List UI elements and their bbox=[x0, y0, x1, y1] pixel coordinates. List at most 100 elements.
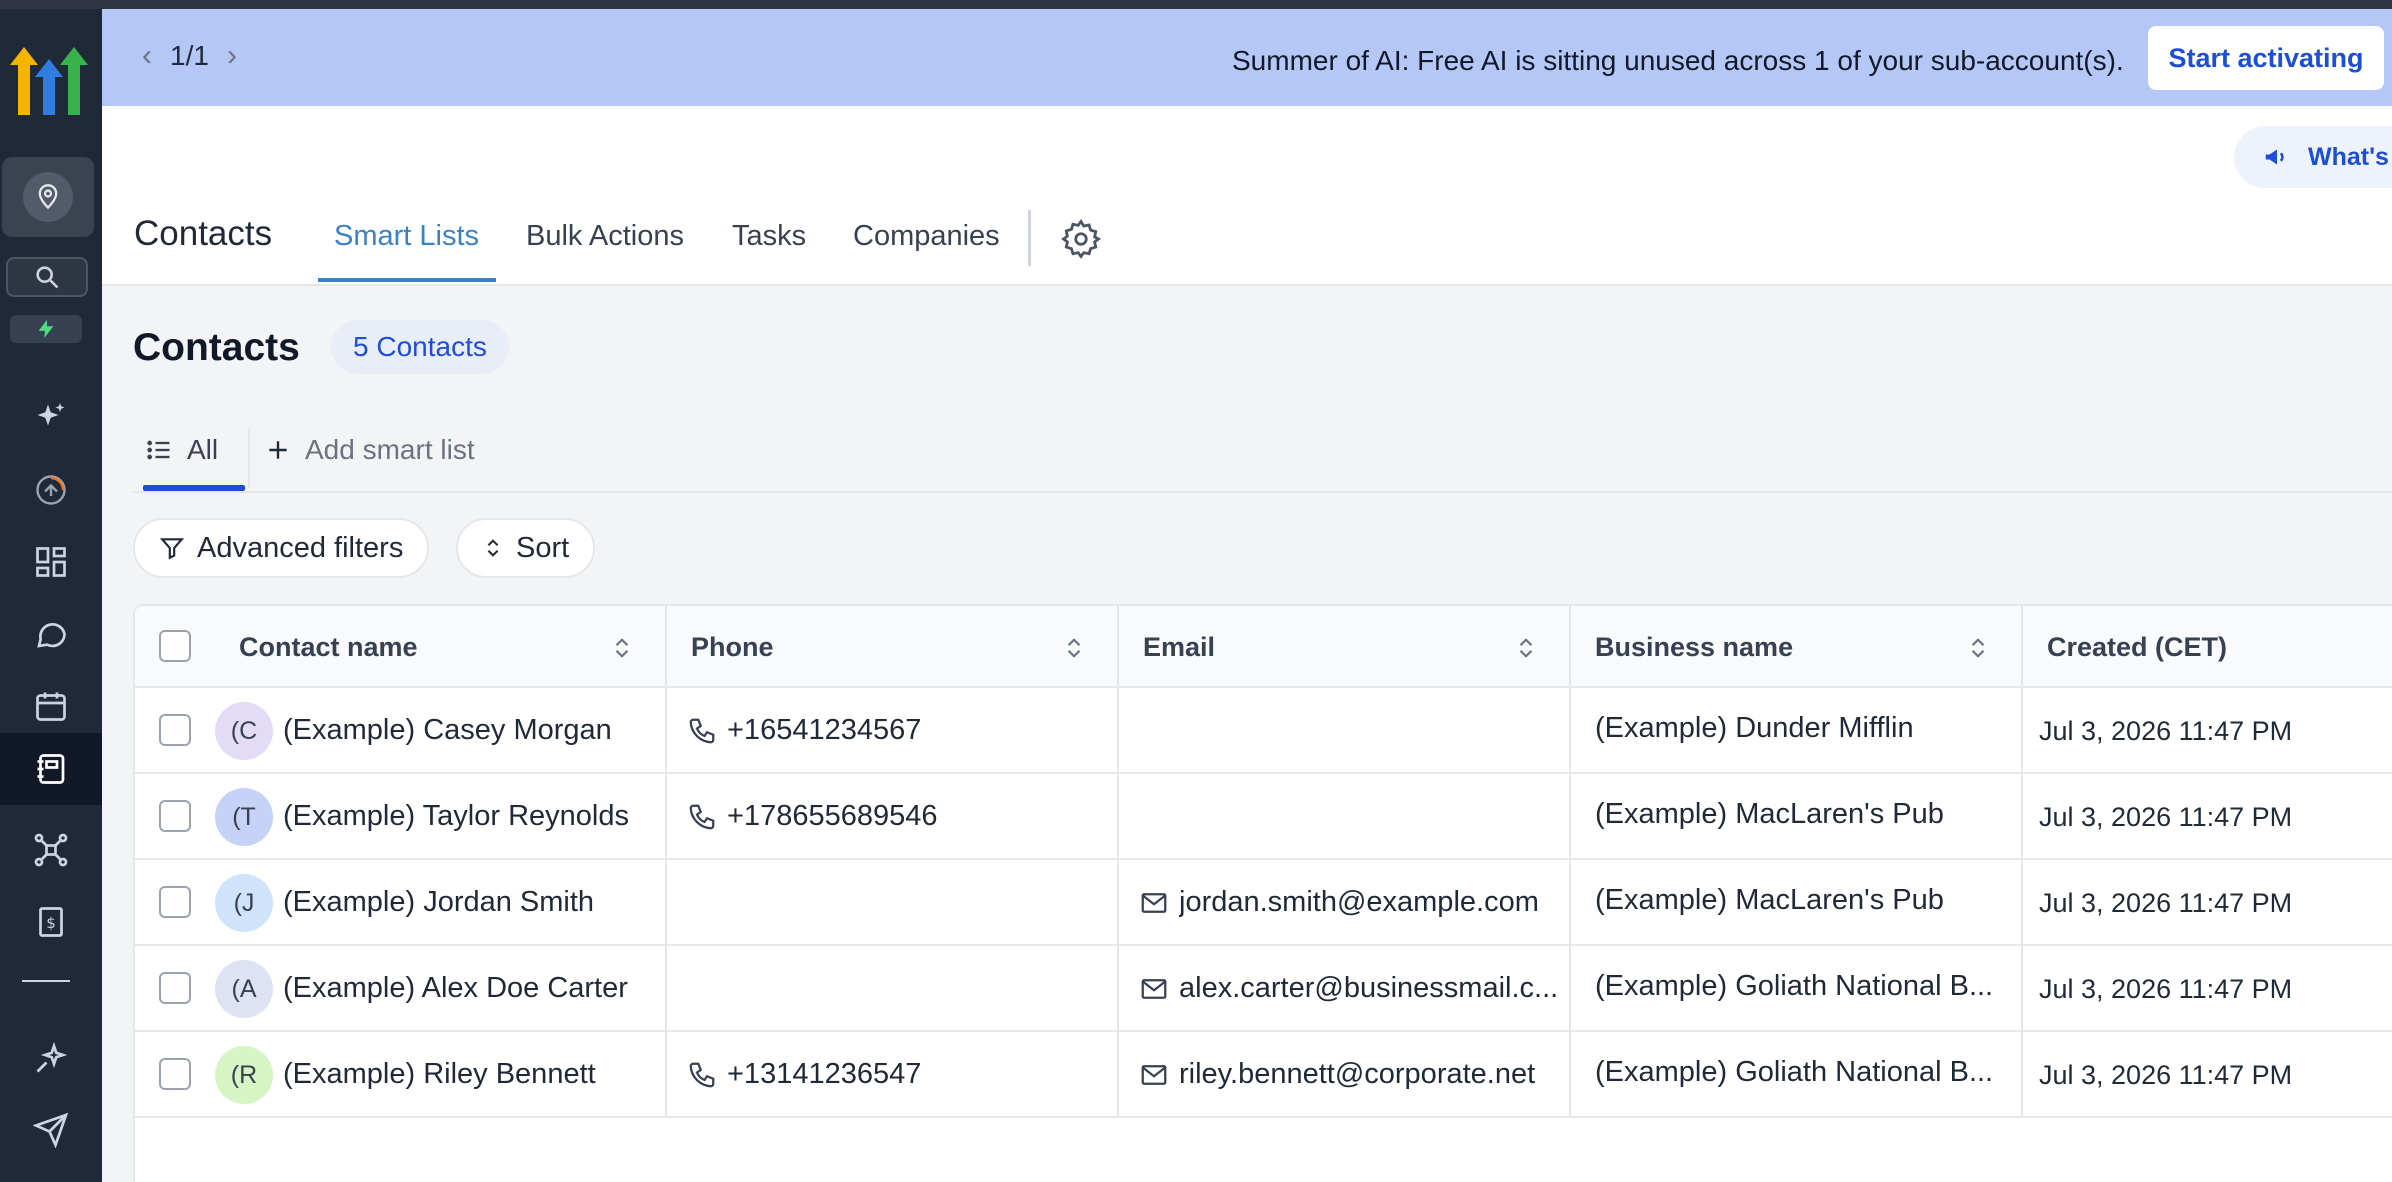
table-row[interactable]: (C (Example) Casey Morgan +16541234567 (… bbox=[135, 688, 2392, 774]
smart-list-all[interactable]: All bbox=[145, 434, 218, 466]
mail-icon bbox=[1141, 893, 1167, 913]
add-smart-list-button[interactable]: Add smart list bbox=[265, 434, 475, 466]
avatar: (T bbox=[215, 788, 273, 846]
contact-email[interactable]: riley.bennett@corporate.net bbox=[1179, 1058, 1585, 1091]
magic-sparkle-icon bbox=[36, 1041, 68, 1073]
promo-banner: ‹ 1/1 › Summer of AI: Free AI is sitting… bbox=[102, 9, 2392, 106]
quick-actions-button[interactable] bbox=[10, 315, 82, 343]
column-header-created[interactable]: Created (CET) bbox=[2047, 606, 2227, 688]
sidebar-item-calendars[interactable] bbox=[0, 681, 102, 731]
row-checkbox[interactable] bbox=[159, 1058, 191, 1090]
created-date: Jul 3, 2026 11:47 PM bbox=[2039, 888, 2293, 918]
mail-icon bbox=[1141, 979, 1167, 999]
sidebar-item-opportunities[interactable] bbox=[0, 825, 102, 875]
table-row[interactable]: (T (Example) Taylor Reynolds +1786556895… bbox=[135, 774, 2392, 860]
tab-tasks[interactable]: Tasks bbox=[732, 220, 806, 253]
created-date: Jul 3, 2026 11:47 PM bbox=[2039, 1060, 2293, 1090]
send-icon bbox=[33, 1112, 69, 1148]
column-sort-icon[interactable] bbox=[1065, 637, 1083, 659]
tab-smart-lists[interactable]: Smart Lists bbox=[334, 220, 479, 253]
tab-bulk-actions[interactable]: Bulk Actions bbox=[526, 220, 684, 253]
contact-name[interactable]: (Example) Casey Morgan bbox=[283, 714, 612, 747]
svg-text:$: $ bbox=[46, 914, 56, 932]
chevron-right-icon[interactable]: › bbox=[227, 39, 237, 73]
sidebar-search-button[interactable] bbox=[6, 257, 88, 297]
business-name: (Example) Goliath National B... bbox=[1595, 1056, 1994, 1088]
page-header: What's Contacts Smart Lists Bulk Actions… bbox=[102, 106, 2392, 286]
chevron-left-icon[interactable]: ‹ bbox=[142, 39, 152, 73]
contact-name[interactable]: (Example) Riley Bennett bbox=[283, 1058, 596, 1091]
contact-name[interactable]: (Example) Jordan Smith bbox=[283, 886, 594, 919]
sort-label: Sort bbox=[516, 531, 570, 564]
column-sort-icon[interactable] bbox=[613, 637, 631, 659]
add-smart-list-label: Add smart list bbox=[305, 434, 475, 465]
sidebar: $ bbox=[0, 9, 102, 1182]
contact-name[interactable]: (Example) Taylor Reynolds bbox=[283, 800, 629, 833]
header-separator bbox=[1028, 210, 1031, 266]
tab-companies[interactable]: Companies bbox=[853, 220, 1000, 253]
sidebar-item-launchpad[interactable] bbox=[0, 465, 102, 515]
sparkles-icon bbox=[37, 403, 65, 426]
column-header-phone[interactable]: Phone bbox=[691, 606, 774, 688]
business-name: (Example) MacLaren's Pub bbox=[1595, 884, 1944, 916]
chat-bubble-icon bbox=[37, 623, 66, 648]
megaphone-icon bbox=[2265, 149, 2284, 165]
window-top-strip bbox=[0, 0, 2392, 9]
contact-phone[interactable]: +13141236547 bbox=[727, 1058, 921, 1091]
plus-icon bbox=[269, 441, 287, 459]
avatar: (A bbox=[215, 960, 273, 1018]
contact-phone[interactable]: +178655689546 bbox=[727, 800, 937, 833]
list-icon bbox=[147, 440, 170, 460]
contact-phone[interactable]: +16541234567 bbox=[727, 714, 921, 747]
sidebar-item-contacts[interactable] bbox=[0, 733, 102, 805]
location-switcher-button[interactable] bbox=[2, 157, 94, 237]
contact-email[interactable]: jordan.smith@example.com bbox=[1179, 886, 1585, 919]
row-checkbox[interactable] bbox=[159, 886, 191, 918]
dashboard-grid-icon bbox=[36, 547, 66, 577]
location-pin-icon bbox=[23, 172, 73, 222]
column-header-email[interactable]: Email bbox=[1143, 606, 1215, 688]
sidebar-item-conversations[interactable] bbox=[0, 609, 102, 659]
business-name: (Example) Dunder Mifflin bbox=[1595, 712, 1914, 744]
business-name: (Example) MacLaren's Pub bbox=[1595, 798, 1944, 830]
smart-list-all-label: All bbox=[187, 434, 219, 465]
page-title: Contacts bbox=[134, 214, 273, 253]
column-sort-icon[interactable] bbox=[1517, 637, 1535, 659]
table-row[interactable]: (A (Example) Alex Doe Carter alex.carter… bbox=[135, 946, 2392, 1032]
sidebar-divider bbox=[22, 980, 70, 982]
row-checkbox[interactable] bbox=[159, 800, 191, 832]
row-checkbox[interactable] bbox=[159, 972, 191, 1004]
sidebar-item-ai-agents[interactable] bbox=[0, 1033, 102, 1083]
gear-icon[interactable] bbox=[1060, 218, 1102, 260]
avatar: (R bbox=[215, 1046, 273, 1104]
whats-new-button[interactable]: What's bbox=[2234, 126, 2392, 188]
table-row[interactable]: (J (Example) Jordan Smith jordan.smith@e… bbox=[135, 860, 2392, 946]
invoice-dollar-icon: $ bbox=[39, 907, 63, 937]
contact-name[interactable]: (Example) Alex Doe Carter bbox=[283, 972, 628, 1005]
avatar: (C bbox=[215, 702, 273, 760]
sidebar-item-ai[interactable] bbox=[0, 393, 102, 443]
launchpad-icon bbox=[36, 475, 66, 505]
sidebar-item-dashboard[interactable] bbox=[0, 537, 102, 587]
network-icon bbox=[34, 833, 68, 867]
column-sort-icon[interactable] bbox=[1969, 637, 1987, 659]
advanced-filters-label: Advanced filters bbox=[197, 531, 404, 564]
banner-pager: ‹ 1/1 › bbox=[142, 39, 237, 73]
banner-message: Summer of AI: Free AI is sitting unused … bbox=[1232, 45, 2124, 76]
sort-button[interactable]: Sort bbox=[456, 518, 596, 578]
select-all-checkbox[interactable] bbox=[159, 630, 191, 662]
table-row[interactable]: (R (Example) Riley Bennett +13141236547 … bbox=[135, 1032, 2392, 1118]
sidebar-item-marketing[interactable] bbox=[0, 1105, 102, 1155]
column-header-business-name[interactable]: Business name bbox=[1595, 606, 1793, 688]
sidebar-item-payments[interactable]: $ bbox=[0, 897, 102, 947]
pager-text: 1/1 bbox=[170, 40, 209, 71]
column-header-contact-name[interactable]: Contact name bbox=[239, 606, 418, 688]
row-checkbox[interactable] bbox=[159, 714, 191, 746]
app-logo-icon[interactable] bbox=[8, 43, 88, 119]
advanced-filters-button[interactable]: Advanced filters bbox=[133, 518, 430, 578]
mail-icon bbox=[1141, 1065, 1167, 1085]
start-activating-button[interactable]: Start activating bbox=[2148, 26, 2384, 90]
contact-email[interactable]: alex.carter@businessmail.c... bbox=[1179, 972, 1585, 1005]
created-date: Jul 3, 2026 11:47 PM bbox=[2039, 974, 2293, 1004]
contacts-count-badge: 5 Contacts bbox=[331, 320, 509, 374]
